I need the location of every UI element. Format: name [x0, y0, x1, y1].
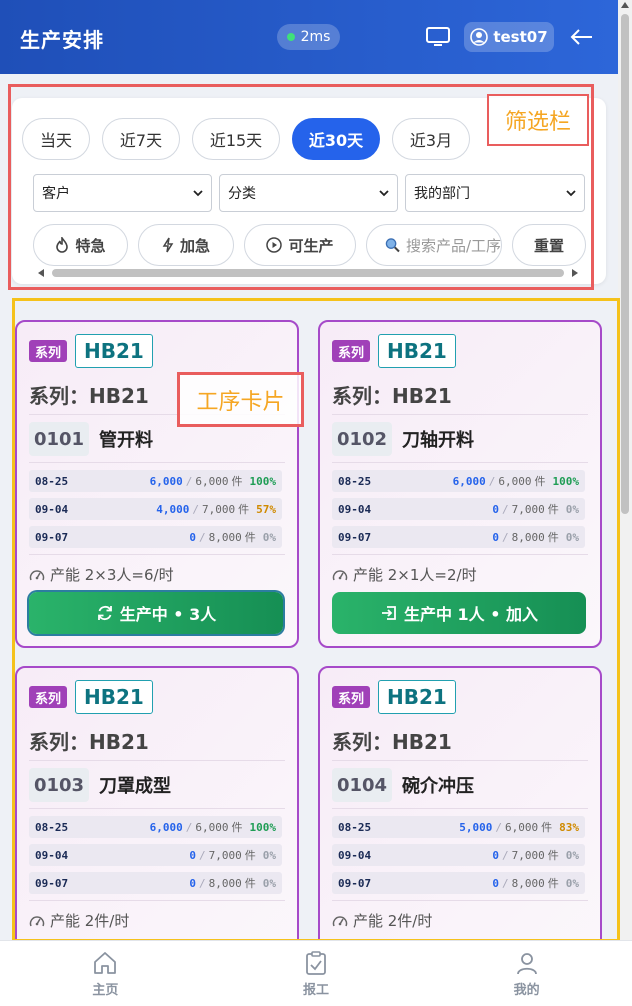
scroll-thumb[interactable] — [621, 14, 629, 514]
scroll-up-icon[interactable] — [621, 2, 629, 8]
nav-mine[interactable]: 我的 — [421, 941, 632, 1006]
back-arrow-icon[interactable] — [568, 25, 594, 49]
nav-home-label: 主页 — [92, 982, 119, 998]
card-annotation-box — [12, 298, 620, 942]
page-title: 生产安排 — [20, 28, 104, 52]
home-icon — [94, 951, 117, 974]
nav-report-label: 报工 — [303, 982, 330, 998]
bottom-navigation: 主页 报工 我的 — [0, 940, 632, 1006]
page-scrollbar[interactable] — [618, 0, 632, 940]
latency-badge: 2ms — [277, 24, 340, 50]
card-annotation-label: 工序卡片 — [180, 375, 301, 424]
app-header: 生产安排 2ms test07 — [0, 0, 618, 74]
clipboard-check-icon — [306, 950, 326, 975]
nav-home[interactable]: 主页 — [0, 941, 211, 1006]
nav-mine-label: 我的 — [513, 982, 540, 998]
status-dot-icon — [286, 33, 295, 41]
user-icon — [516, 952, 537, 974]
filter-annotation-label: 筛选栏 — [489, 96, 587, 144]
username: test07 — [493, 28, 548, 46]
nav-report[interactable]: 报工 — [211, 941, 422, 1006]
user-icon — [470, 28, 489, 46]
monitor-icon[interactable] — [425, 26, 451, 48]
user-button[interactable]: test07 — [464, 22, 554, 52]
latency-value: 2ms — [300, 29, 331, 45]
